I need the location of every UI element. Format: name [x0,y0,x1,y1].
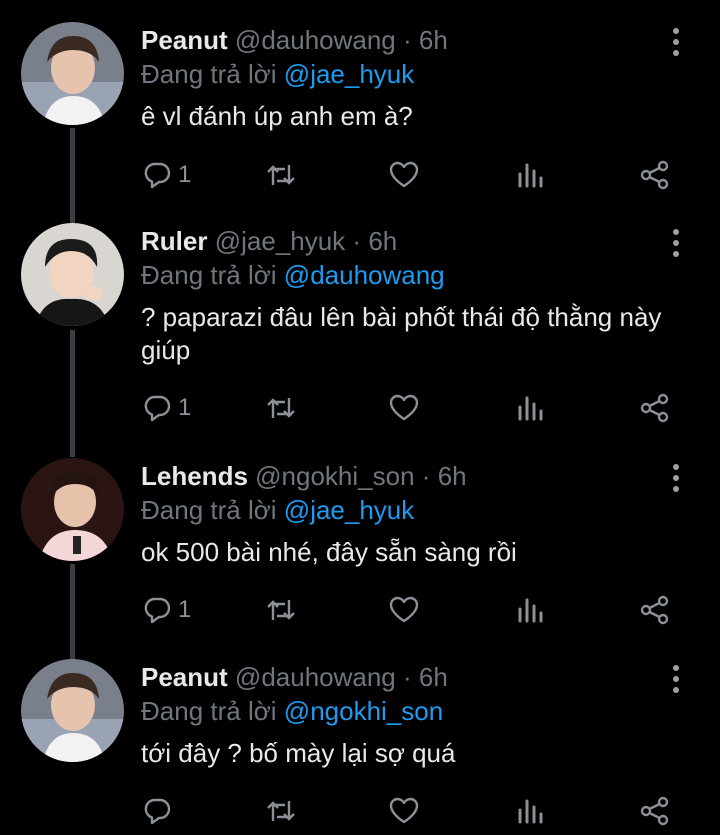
reply-count: 1 [178,394,192,421]
tweet-header: Peanut @dauhowang · 6h [141,662,448,692]
tweet[interactable]: Peanut @dauhowang · 6h Đang trả lời @ngo… [0,637,720,835]
separator: · [352,226,362,256]
analytics-icon [518,163,543,188]
reply-button[interactable]: 1 [142,390,191,426]
like-button[interactable] [388,592,420,628]
heart-icon [389,394,419,421]
reply-count: 1 [178,161,192,188]
reply-count: 1 [178,596,192,623]
share-button[interactable] [639,592,671,628]
more-vertical-icon[interactable] [666,662,686,696]
avatar[interactable] [21,659,124,762]
tweet[interactable]: Lehends @ngokhi_son · 6h Đang trả lời @j… [0,436,720,636]
action-bar: 1 [0,157,720,197]
retweet-icon [267,801,295,821]
handle[interactable]: @ngokhi_son [255,461,414,491]
more-vertical-icon[interactable] [666,25,686,59]
tweet-header: Peanut @dauhowang · 6h [141,25,448,55]
replying-to: Đang trả lời @dauhowang [141,260,445,290]
analytics-button[interactable] [517,592,545,628]
reply-to-link[interactable]: @ngokhi_son [284,696,443,726]
tweet[interactable]: Ruler @jae_hyuk · 6h Đang trả lời @dauho… [0,201,720,433]
tweet[interactable]: Peanut @dauhowang · 6h Đang trả lời @jae… [0,0,720,222]
replying-to: Đang trả lời @ngokhi_son [141,696,443,726]
tweet-header: Ruler @jae_hyuk · 6h [141,226,397,256]
more-vertical-icon[interactable] [666,461,686,495]
retweet-button[interactable] [264,157,298,193]
like-button[interactable] [388,390,420,426]
heart-icon [389,596,419,623]
tweet-text: ? paparazi đâu lên bài phốt thái độ thằn… [141,302,662,365]
reply-button[interactable]: 1 [142,592,191,628]
tweet-text: ê vl đánh úp anh em à? [141,101,413,131]
retweet-icon [267,165,295,185]
more-vertical-icon[interactable] [666,226,686,260]
retweet-icon [267,398,295,418]
timestamp[interactable]: 6h [419,25,448,55]
share-button[interactable] [639,157,671,193]
display-name[interactable]: Peanut [141,25,228,55]
reply-to-link[interactable]: @jae_hyuk [284,495,414,525]
retweet-button[interactable] [264,793,298,829]
avatar[interactable] [21,22,124,125]
action-bar [0,793,720,833]
timestamp[interactable]: 6h [419,662,448,692]
retweet-button[interactable] [264,390,298,426]
tweet-text: ok 500 bài nhé, đây sẵn sàng rồi [141,537,517,567]
avatar[interactable] [21,223,124,326]
heart-icon [389,797,419,824]
reply-button[interactable] [142,793,178,829]
tweet-header: Lehends @ngokhi_son · 6h [141,461,467,491]
reply-prefix: Đang trả lời [141,260,277,290]
reply-icon [144,162,171,189]
action-bar: 1 [0,592,720,632]
share-icon [640,796,669,826]
handle[interactable]: @dauhowang [235,25,396,55]
reply-icon [144,597,171,624]
analytics-icon [518,396,543,421]
display-name[interactable]: Ruler [141,226,207,256]
reply-prefix: Đang trả lời [141,59,277,89]
timestamp[interactable]: 6h [438,461,467,491]
retweet-icon [267,600,295,620]
analytics-button[interactable] [517,157,545,193]
share-button[interactable] [639,390,671,426]
timestamp[interactable]: 6h [368,226,397,256]
share-icon [640,393,669,423]
tweet-text: tới đây ? bố mày lại sợ quá [141,738,456,768]
reply-to-link[interactable]: @dauhowang [284,260,445,290]
reply-prefix: Đang trả lời [141,495,277,525]
display-name[interactable]: Peanut [141,662,228,692]
analytics-icon [518,799,543,824]
replying-to: Đang trả lời @jae_hyuk [141,495,414,525]
retweet-button[interactable] [264,592,298,628]
handle[interactable]: @jae_hyuk [215,226,345,256]
analytics-icon [518,598,543,623]
display-name[interactable]: Lehends [141,461,248,491]
reply-prefix: Đang trả lời [141,696,277,726]
like-button[interactable] [388,793,420,829]
share-button[interactable] [639,793,671,829]
like-button[interactable] [388,157,420,193]
reply-to-link[interactable]: @jae_hyuk [284,59,414,89]
separator: · [403,662,412,692]
share-icon [640,595,669,625]
reply-icon [144,395,171,422]
heart-icon [389,161,419,188]
reply-icon [144,798,171,825]
reply-button[interactable]: 1 [142,157,191,193]
replying-to: Đang trả lời @jae_hyuk [141,59,414,89]
separator: · [403,25,412,55]
share-icon [640,160,669,190]
handle[interactable]: @dauhowang [235,662,396,692]
avatar[interactable] [21,458,124,561]
separator: · [421,461,431,491]
action-bar: 1 [0,390,720,430]
analytics-button[interactable] [517,793,545,829]
analytics-button[interactable] [517,390,545,426]
